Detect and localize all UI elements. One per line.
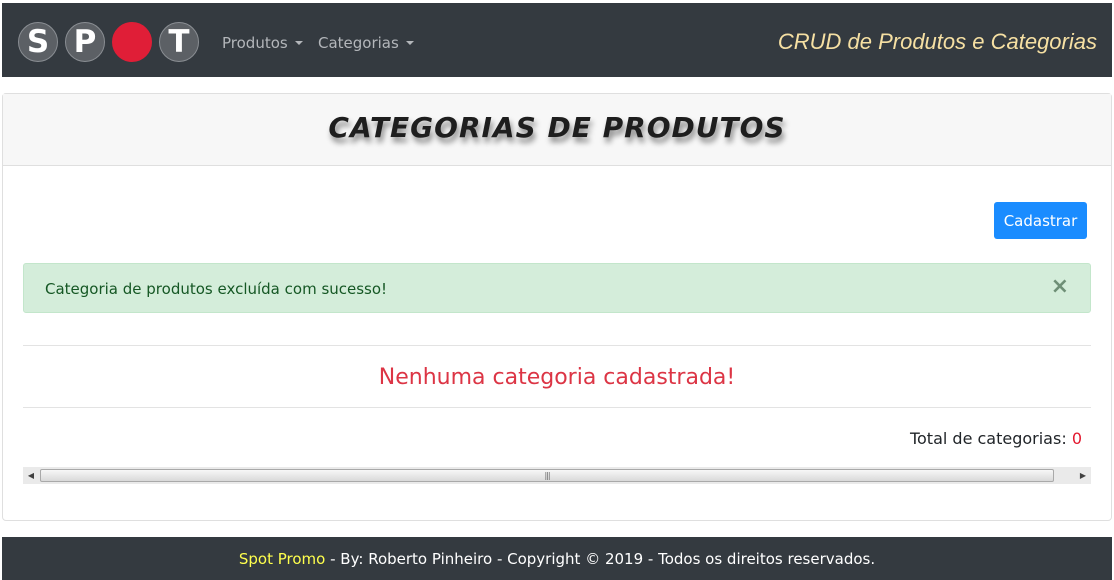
scrollbar-thumb[interactable]: |||	[40, 469, 1054, 482]
cadastrar-button[interactable]: Cadastrar	[994, 202, 1087, 239]
categories-card: CATEGORIAS DE PRODUTOS Cadastrar Categor…	[2, 93, 1112, 521]
card-header: CATEGORIAS DE PRODUTOS	[3, 94, 1111, 166]
logo-red-dot	[112, 22, 152, 62]
nav-menu-produtos-label: Produtos	[222, 34, 288, 52]
footer-text: Spot Promo - By: Roberto Pinheiro - Copy…	[239, 550, 875, 568]
success-alert: Categoria de produtos excluída com suces…	[23, 263, 1091, 313]
scroll-left-icon[interactable]: ◀	[23, 467, 39, 484]
divider-bottom	[23, 407, 1091, 408]
caret-down-icon	[294, 41, 303, 45]
page-title: CATEGORIAS DE PRODUTOS	[328, 111, 786, 144]
divider-top	[23, 345, 1091, 346]
caret-down-icon	[405, 41, 414, 45]
empty-state-message: Nenhuma categoria cadastrada!	[378, 365, 736, 390]
logo-letter-s: S	[18, 22, 58, 62]
footer-brand[interactable]: Spot Promo	[239, 550, 325, 568]
alert-message: Categoria de produtos excluída com suces…	[45, 280, 388, 298]
close-icon[interactable]: ×	[1051, 276, 1069, 298]
spot-logo[interactable]: S P T	[18, 22, 200, 64]
logo-letter-t: T	[159, 22, 199, 62]
grip-icon: |||	[544, 471, 550, 480]
footer-copyright: - By: Roberto Pinheiro - Copyright © 201…	[325, 550, 876, 568]
logo-letter-p: P	[65, 22, 105, 62]
scroll-right-icon[interactable]: ▶	[1075, 467, 1091, 484]
total-categories: Total de categorias: 0	[910, 429, 1082, 448]
total-label: Total de categorias:	[909, 429, 1067, 448]
nav-menu-produtos[interactable]: Produtos	[222, 34, 303, 52]
horizontal-scrollbar[interactable]: ◀ ||| ▶	[23, 467, 1091, 484]
nav-menu-categorias-label: Categorias	[318, 34, 399, 52]
footer: Spot Promo - By: Roberto Pinheiro - Copy…	[2, 537, 1112, 580]
nav-menu-categorias[interactable]: Categorias	[318, 34, 414, 52]
app-brand-title[interactable]: CRUD de Produtos e Categorias	[778, 29, 1097, 55]
navbar: S P T Produtos Categorias CRUD de Produt…	[2, 3, 1112, 77]
total-count: 0	[1071, 429, 1082, 448]
